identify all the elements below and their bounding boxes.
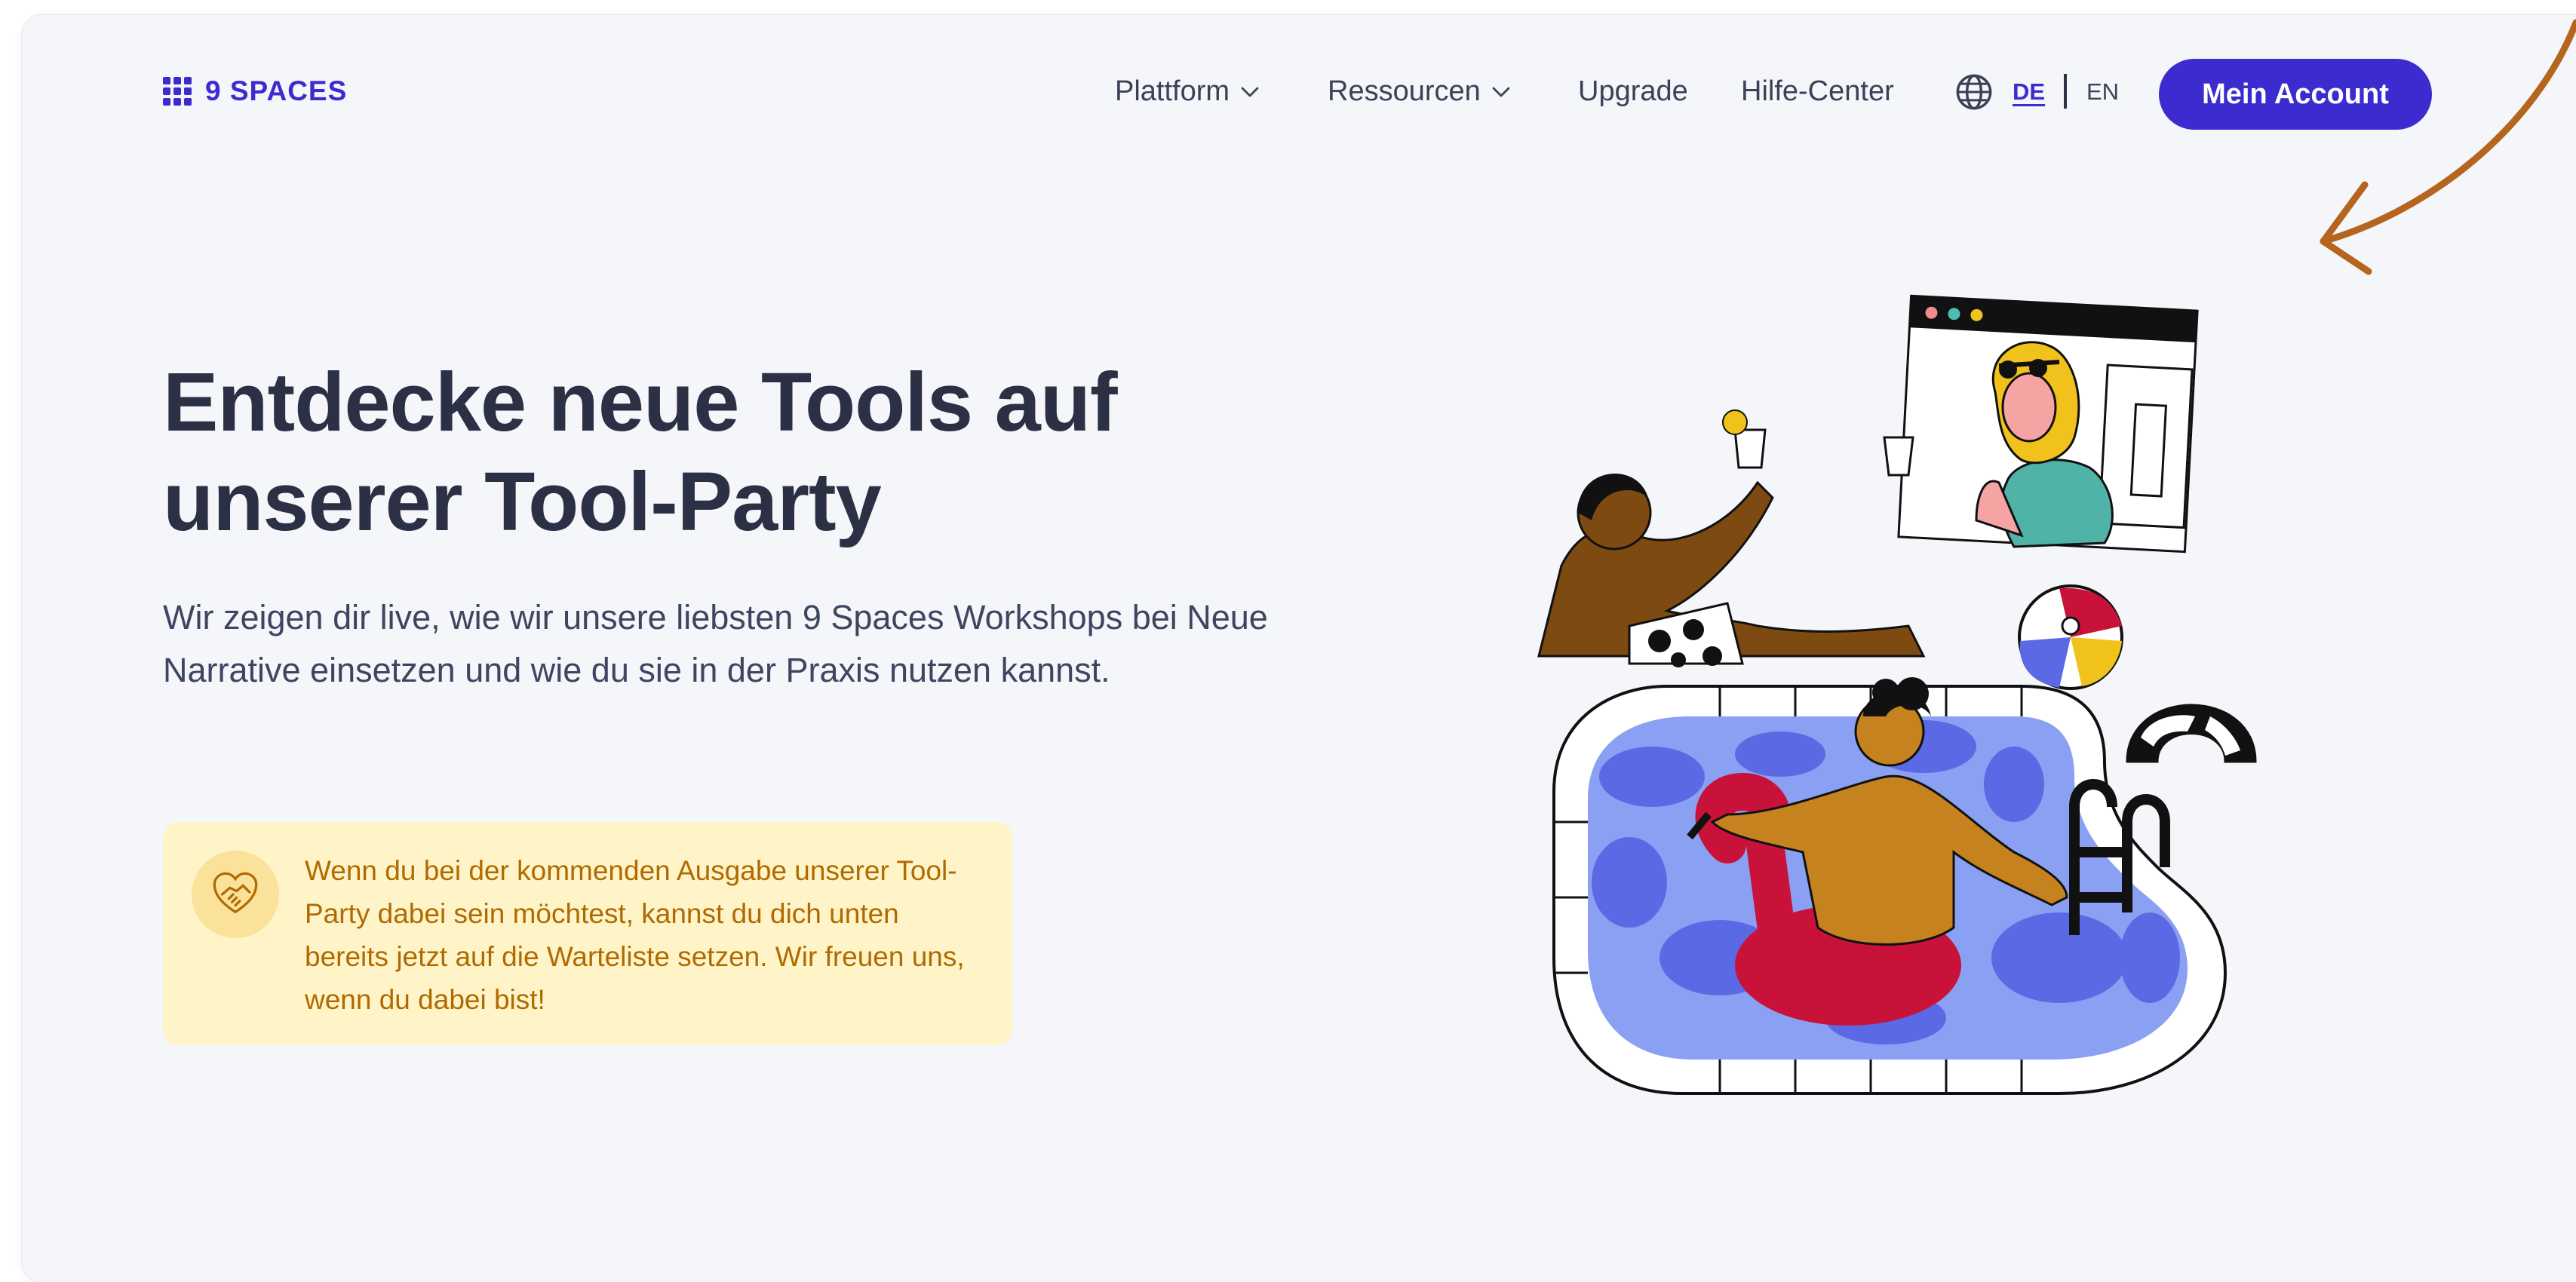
nav-hilfe-center[interactable]: Hilfe-Center [1741, 75, 1894, 108]
waitlist-notice-text: Wenn du bei der kommenden Ausgabe unsere… [305, 855, 965, 1015]
language-en[interactable]: EN [2086, 78, 2119, 106]
logo[interactable]: 9 SPACES [163, 75, 347, 107]
chevron-down-icon [1492, 87, 1510, 97]
nav-hilfe-center-label: Hilfe-Center [1741, 75, 1894, 107]
nav-plattform[interactable]: Plattform [1115, 75, 1261, 108]
nav-plattform-label: Plattform [1115, 75, 1230, 107]
nav-upgrade[interactable]: Upgrade [1578, 75, 1688, 108]
nav-ressourcen-label: Ressourcen [1328, 75, 1481, 107]
waitlist-notice: Wenn du bei der kommenden Ausgabe unsere… [163, 822, 1012, 1045]
nav-ressourcen[interactable]: Ressourcen [1328, 75, 1512, 108]
grid-logo-icon [163, 77, 192, 106]
hero-title: Entdecke neue Tools auf unserer Tool-Par… [163, 353, 1294, 552]
language-de[interactable]: DE [2013, 78, 2045, 106]
globe-icon[interactable] [1954, 72, 1994, 112]
logo-text: 9 SPACES [205, 75, 348, 106]
hero-subtitle: Wir zeigen dir live, wie wir unsere lieb… [163, 598, 1268, 689]
chevron-down-icon [1241, 87, 1259, 97]
language-divider [2064, 74, 2067, 109]
nav-upgrade-label: Upgrade [1578, 75, 1688, 107]
hand-drawn-arrow-icon [2320, 19, 2576, 275]
hero-title-line-2: unserer Tool-Party [163, 455, 882, 548]
hero-title-line-1: Entdecke neue Tools auf [163, 356, 1118, 449]
handshake-heart-icon [192, 851, 279, 938]
pool-party-illustration [1537, 294, 2257, 1095]
